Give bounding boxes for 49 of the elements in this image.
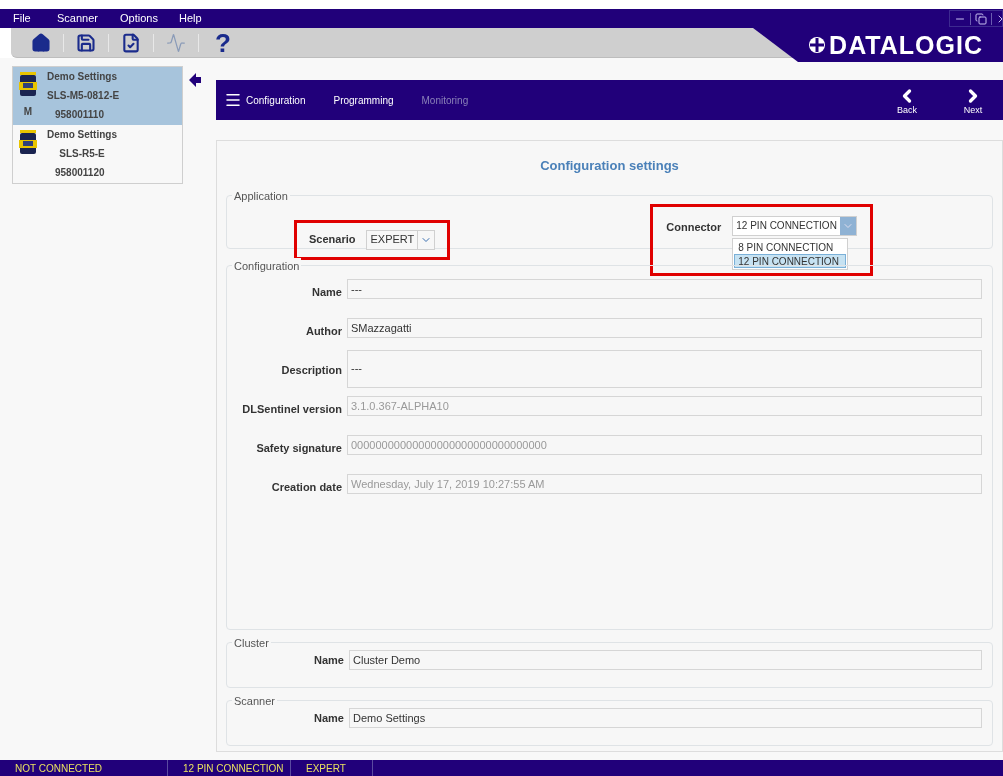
field-label: Name [313,652,345,668]
menu-icon[interactable] [224,91,242,109]
logo-wordmark: DATALOGIC [829,32,983,58]
field-label: Name [313,710,345,726]
next-button[interactable]: Next [963,85,983,115]
back-button[interactable]: Back [897,85,917,115]
device-model: SLS-M5-0812-E [46,89,120,103]
field-label: Description [280,362,343,378]
field-label: Name [311,284,343,300]
text-field[interactable]: Demo Settings [349,708,982,728]
text-field[interactable]: SMazzagatti [347,317,982,338]
device-title: Demo Settings [46,128,117,142]
device-serial: 958001120 [54,166,106,180]
text-field[interactable]: Cluster Demo [349,650,982,670]
menu-item[interactable]: Scanner [57,10,120,27]
nav-tab[interactable]: Programming [333,92,394,108]
device-item[interactable]: M Demo Settings SLS-M5-0812-E 958001110 [13,67,182,125]
dropdown-option[interactable]: 8 PIN CONNECTION [734,239,847,254]
collapse-arrow-icon[interactable] [189,73,201,87]
text-field[interactable]: --- [347,349,982,388]
help-button[interactable]: ? [211,29,235,56]
field-label: Author [304,323,343,339]
status-item: 12 PIN CONNECTION [168,760,291,776]
field-label: Connector [666,219,722,235]
master-label: M [23,105,33,119]
menu-item[interactable]: File [13,10,57,27]
logo-mark-icon [808,36,827,54]
device-serial: 958001110 [54,108,105,122]
document-check-icon[interactable] [121,32,141,53]
menu-item[interactable]: Options [120,10,179,27]
text-field[interactable]: --- [347,278,982,299]
save-icon[interactable] [76,32,96,53]
nav-tab[interactable]: Configuration [246,92,306,108]
home-icon[interactable] [31,32,51,53]
scenario-dropdown[interactable]: EXPERT [366,229,436,250]
scanner-device-icon [19,72,37,98]
status-item: NOT CONNECTED [0,760,168,776]
device-model: SLS-R5-E [58,147,106,161]
field-label: Safety signature [255,440,343,456]
scanner-device-icon [19,130,37,156]
menu-item[interactable]: Help [179,10,219,27]
status-item: EXPERT [291,760,373,776]
device-title: Demo Settings [46,70,118,84]
field-label: Scenario [309,232,356,248]
group-legend: Configuration [232,257,302,274]
page-title: Configuration settings [539,157,680,175]
connector-dropdown[interactable]: 12 PIN CONNECTION [732,215,857,236]
field-label: Creation date [270,479,343,495]
field-label: DLSentinel version [241,401,343,417]
